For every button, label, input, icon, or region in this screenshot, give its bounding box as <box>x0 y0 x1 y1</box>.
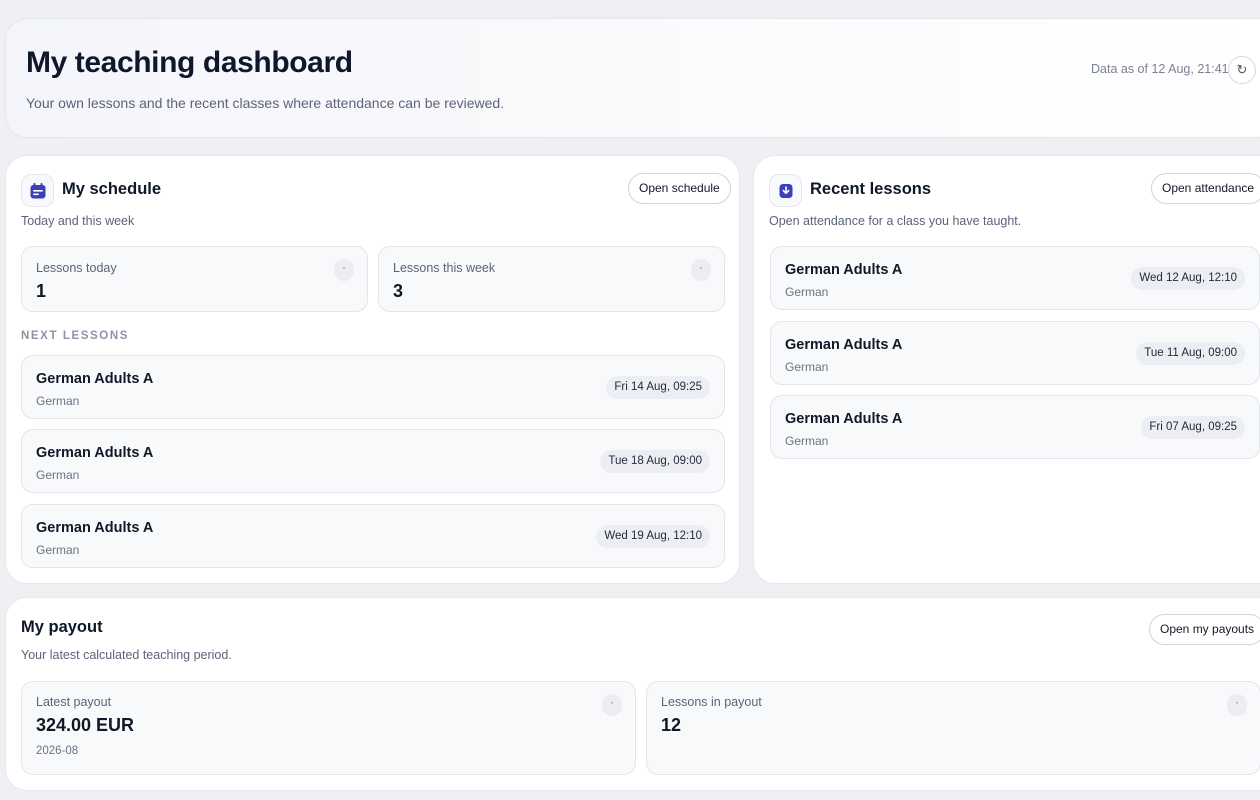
lesson-name: German Adults A <box>36 520 154 536</box>
list-item[interactable]: German Adults A German Fri 07 Aug, 09:25 <box>770 395 1260 459</box>
lesson-date-badge: Tue 18 Aug, 09:00 <box>600 450 710 473</box>
lessons-today-card: Lessons today 1 · <box>21 246 368 312</box>
list-item[interactable]: German Adults A German Fri 14 Aug, 09:25 <box>21 355 725 419</box>
stat-badge: · <box>334 259 354 281</box>
refresh-icon[interactable]: ↻ <box>1228 56 1256 84</box>
stat-label: Lessons today <box>36 261 117 275</box>
open-schedule-button[interactable]: Open schedule <box>628 173 731 204</box>
lesson-name: German Adults A <box>36 445 154 461</box>
list-item[interactable]: German Adults A German Tue 11 Aug, 09:00 <box>770 321 1260 385</box>
stat-value: 12 <box>661 715 682 735</box>
stat-label: Lessons this week <box>393 261 496 275</box>
payout-title: My payout <box>21 618 103 636</box>
payout-panel: My payout Your latest calculated teachin… <box>5 597 1260 791</box>
open-payouts-button[interactable]: Open my payouts <box>1149 614 1260 645</box>
lesson-language: German <box>785 434 829 448</box>
stat-label: Lessons in payout <box>661 695 762 709</box>
stat-value: 3 <box>393 281 404 301</box>
lesson-date-badge: Wed 19 Aug, 12:10 <box>596 525 710 548</box>
list-item[interactable]: German Adults A German Wed 12 Aug, 12:10 <box>770 246 1260 310</box>
page-title: My teaching dashboard <box>26 46 353 79</box>
calendar-icon <box>21 174 54 207</box>
lesson-name: German Adults A <box>785 337 903 353</box>
recent-title: Recent lessons <box>810 180 932 198</box>
data-timestamp: Data as of 12 Aug, 21:41 <box>1091 62 1229 76</box>
lesson-date-badge: Fri 07 Aug, 09:25 <box>1141 416 1245 439</box>
page-subtitle: Your own lessons and the recent classes … <box>26 95 505 111</box>
lesson-language: German <box>36 468 80 482</box>
latest-payout-card: Latest payout 324.00 EUR 2026-08 · <box>21 681 636 775</box>
next-lessons-heading: NEXT LESSONS <box>21 330 130 342</box>
open-attendance-button[interactable]: Open attendance <box>1151 173 1260 204</box>
stat-value: 1 <box>36 281 47 301</box>
recent-subtitle: Open attendance for a class you have tau… <box>769 214 1022 228</box>
dashboard-header: My teaching dashboard Your own lessons a… <box>5 18 1260 138</box>
list-item[interactable]: German Adults A German Tue 18 Aug, 09:00 <box>21 429 725 493</box>
lesson-date-badge: Wed 12 Aug, 12:10 <box>1131 267 1245 290</box>
stat-badge: · <box>1227 694 1247 716</box>
schedule-subtitle: Today and this week <box>21 214 135 228</box>
stat-badge: · <box>691 259 711 281</box>
lessons-in-payout-card: Lessons in payout 12 · <box>646 681 1260 775</box>
payout-subtitle: Your latest calculated teaching period. <box>21 648 232 662</box>
lesson-name: German Adults A <box>785 262 903 278</box>
payout-period: 2026-08 <box>36 745 79 757</box>
lesson-language: German <box>36 543 80 557</box>
payout-amount: 324.00 EUR <box>36 715 135 735</box>
attendance-icon <box>769 174 802 207</box>
schedule-panel: My schedule Today and this week Open sch… <box>5 155 740 584</box>
lesson-language: German <box>36 394 80 408</box>
stat-badge: · <box>602 694 622 716</box>
lesson-date-badge: Tue 11 Aug, 09:00 <box>1136 342 1245 365</box>
stat-label: Latest payout <box>36 695 112 709</box>
lessons-week-card: Lessons this week 3 · <box>378 246 725 312</box>
lesson-language: German <box>785 285 829 299</box>
list-item[interactable]: German Adults A German Wed 19 Aug, 12:10 <box>21 504 725 568</box>
lesson-name: German Adults A <box>36 371 154 387</box>
schedule-title: My schedule <box>62 180 162 198</box>
lesson-name: German Adults A <box>785 411 903 427</box>
lesson-date-badge: Fri 14 Aug, 09:25 <box>606 376 710 399</box>
lesson-language: German <box>785 360 829 374</box>
recent-lessons-panel: Recent lessons Open attendance for a cla… <box>753 155 1260 584</box>
